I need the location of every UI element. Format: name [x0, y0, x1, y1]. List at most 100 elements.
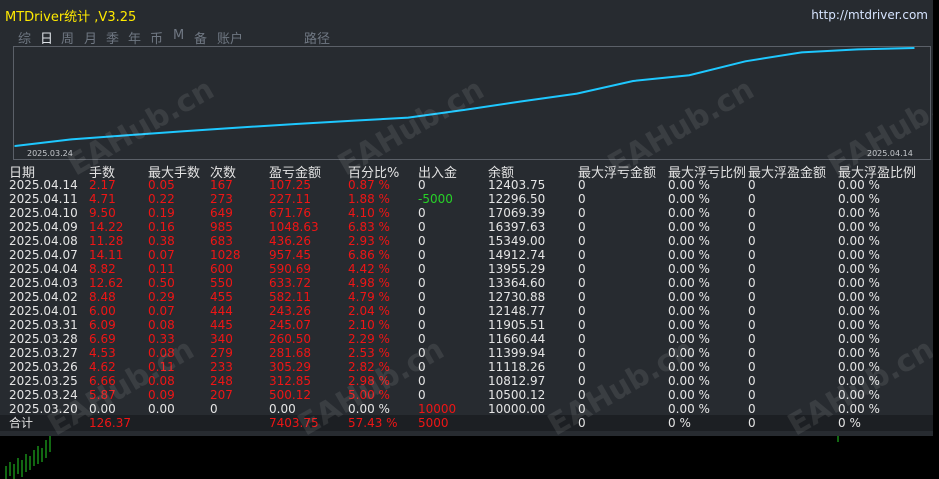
- balance-point: [14, 145, 16, 147]
- cell-max-dd-amount: 0: [578, 262, 586, 276]
- cell-count: 207: [210, 388, 233, 402]
- balance-point: [857, 48, 859, 51]
- cell-count: 273: [210, 192, 233, 206]
- cell-flow: 0: [418, 304, 426, 318]
- cell-max-dd-percent: 0.00 %: [668, 332, 710, 346]
- tab-account[interactable]: 账户: [217, 28, 243, 47]
- cell-max-dd-percent: 0.00 %: [668, 318, 710, 332]
- cell-percent: 2.98 %: [348, 374, 390, 388]
- cell-date: 2025.04.11: [9, 192, 78, 206]
- table-row: 2025.04.08 11.28 0.38 683 436.26 2.93 % 0 15349…: [0, 234, 933, 248]
- table-row: 2025.03.25 6.66 0.08 248 312.85 2.98 % 0 10812.…: [0, 374, 933, 388]
- totals-max-fp-amount: 0: [748, 416, 756, 430]
- cell-max-dd-percent: 0.00 %: [668, 360, 710, 374]
- cell-pnl: 957.45: [269, 248, 311, 262]
- cell-max-fp-amount: 0: [748, 262, 756, 276]
- cell-max-dd-percent: 0.00 %: [668, 220, 710, 234]
- cell-flow: 0: [418, 388, 426, 402]
- balance-point: [70, 138, 72, 141]
- cell-max-dd-amount: 0: [578, 290, 586, 304]
- cell-balance: 11118.26: [488, 360, 546, 374]
- cell-percent: 4.10 %: [348, 206, 390, 220]
- tab-year[interactable]: 年: [128, 28, 141, 47]
- cell-max-fp-percent: 0.00 %: [838, 192, 880, 206]
- table-row: 2025.04.09 14.22 0.16 985 1048.63 6.83 % 0 1639…: [0, 220, 933, 234]
- cell-pnl: 312.85: [269, 374, 311, 388]
- cell-max-dd-percent: 0.00 %: [668, 234, 710, 248]
- cell-lots: 2.17: [89, 178, 116, 192]
- cell-percent: 1.88 %: [348, 192, 390, 206]
- cell-max-lots: 0.08: [148, 346, 175, 360]
- cell-balance: 10500.12: [488, 388, 546, 402]
- tab-note[interactable]: 备: [194, 28, 207, 47]
- cell-balance: 11399.94: [488, 346, 546, 360]
- cell-percent: 2.53 %: [348, 346, 390, 360]
- cell-max-fp-percent: 0.00 %: [838, 178, 880, 192]
- cell-flow: 0: [418, 332, 426, 346]
- tab-currency[interactable]: 币: [150, 28, 163, 47]
- cell-max-fp-percent: 0.00 %: [838, 220, 880, 234]
- totals-max-dd-percent: 0 %: [668, 416, 691, 430]
- cell-balance: 12148.77: [488, 304, 546, 318]
- cell-max-lots: 0.00: [148, 402, 175, 416]
- cell-max-dd-percent: 0.00 %: [668, 346, 710, 360]
- balance-chart: 2025.03.24 2025.04.14: [13, 46, 931, 160]
- cell-count: 649: [210, 206, 233, 220]
- cell-flow: 10000: [418, 402, 457, 416]
- cell-max-fp-amount: 0: [748, 220, 756, 234]
- cell-flow: 0: [418, 276, 426, 290]
- cell-lots: 9.50: [89, 206, 116, 220]
- tab-day[interactable]: 日: [40, 28, 53, 47]
- table-row: 2025.04.11 4.71 0.22 273 227.11 1.88 % -5000 12…: [0, 192, 933, 206]
- cell-count: 600: [210, 262, 233, 276]
- tab-week[interactable]: 周: [61, 28, 74, 47]
- cell-max-fp-amount: 0: [748, 290, 756, 304]
- app-url-link[interactable]: http://mtdriver.com: [811, 8, 928, 22]
- tab-month[interactable]: 月: [84, 28, 97, 47]
- cell-lots: 6.00: [89, 304, 116, 318]
- cell-date: 2025.04.09: [9, 220, 78, 234]
- totals-pnl: 7403.75: [269, 416, 319, 430]
- cell-balance: 12296.50: [488, 192, 546, 206]
- cell-max-fp-amount: 0: [748, 332, 756, 346]
- cell-pnl: 671.76: [269, 206, 311, 220]
- cell-max-fp-percent: 0.00 %: [838, 374, 880, 388]
- cell-flow: 0: [418, 178, 426, 192]
- cell-max-fp-percent: 0.00 %: [838, 346, 880, 360]
- app-title: MTDriver统计 ,V3.25: [5, 10, 137, 25]
- cell-max-fp-amount: 0: [748, 178, 756, 192]
- cell-pnl: 500.12: [269, 388, 311, 402]
- cell-date: 2025.04.10: [9, 206, 78, 220]
- cell-max-dd-percent: 0.00 %: [668, 192, 710, 206]
- tab-path[interactable]: 路径: [304, 28, 330, 47]
- cell-max-dd-percent: 0.00 %: [668, 248, 710, 262]
- cell-max-dd-percent: 0.00 %: [668, 276, 710, 290]
- tab-magic[interactable]: M: [173, 28, 184, 43]
- cell-lots: 6.66: [89, 374, 116, 388]
- cell-lots: 5.87: [89, 388, 116, 402]
- cell-count: 445: [210, 318, 233, 332]
- cell-lots: 12.62: [89, 276, 124, 290]
- cell-max-lots: 0.29: [148, 290, 175, 304]
- tab-quarter[interactable]: 季: [106, 28, 119, 47]
- cell-balance: 11905.51: [488, 318, 546, 332]
- cell-pnl: 245.07: [269, 318, 311, 332]
- cell-max-fp-percent: 0.00 %: [838, 388, 880, 402]
- cell-max-dd-percent: 0.00 %: [668, 374, 710, 388]
- tab-summary[interactable]: 综: [18, 28, 31, 47]
- cell-max-fp-amount: 0: [748, 402, 756, 416]
- cell-max-fp-amount: 0: [748, 304, 756, 318]
- cell-balance: 16397.63: [488, 220, 546, 234]
- cell-date: 2025.04.02: [9, 290, 78, 304]
- cell-flow: 0: [418, 220, 426, 234]
- totals-percent: 57.43 %: [348, 416, 398, 430]
- balance-point: [800, 51, 803, 54]
- cell-flow: 0: [418, 262, 426, 276]
- cell-max-fp-percent: 0.00 %: [838, 276, 880, 290]
- cell-pnl: 436.26: [269, 234, 311, 248]
- balance-point: [913, 47, 915, 49]
- cell-percent: 4.98 %: [348, 276, 390, 290]
- cell-count: 0: [210, 402, 218, 416]
- cell-lots: 8.82: [89, 262, 116, 276]
- cell-date: 2025.04.07: [9, 248, 78, 262]
